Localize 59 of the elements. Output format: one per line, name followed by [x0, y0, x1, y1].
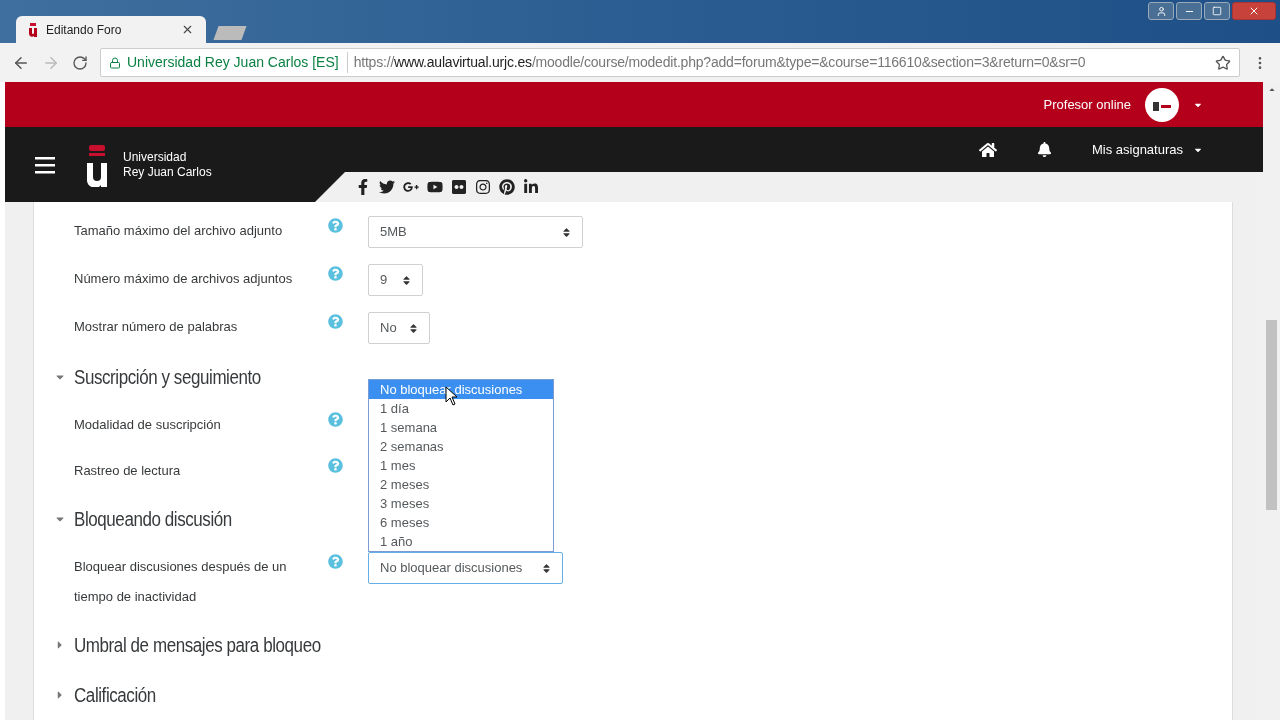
courses-menu[interactable]: Mis asignaturas — [1091, 139, 1203, 160]
user-avatar[interactable] — [1145, 87, 1179, 122]
select-field[interactable]: No — [368, 312, 430, 344]
close-icon — [1248, 5, 1260, 17]
field-label: Rastreo de lectura — [74, 462, 182, 480]
section-heading[interactable]: Bloqueando discusión — [74, 504, 232, 534]
site-favicon — [28, 22, 38, 37]
select-field[interactable]: 9 — [368, 264, 423, 296]
dropdown-option[interactable]: 3 meses — [369, 494, 553, 513]
pinterest-icon[interactable] — [499, 179, 515, 195]
university-name: Rey Juan Carlos — [123, 164, 212, 180]
field-label: Mostrar número de palabras — [74, 318, 239, 336]
select-field[interactable]: No bloquear discusiones — [368, 552, 563, 584]
site-identity: Universidad Rey Juan Carlos [ES] — [127, 52, 348, 74]
user-button[interactable] — [1148, 2, 1174, 20]
twitter-icon[interactable] — [379, 179, 395, 195]
address-bar[interactable]: Universidad Rey Juan Carlos [ES] https://www.aulavirtual.urjc.es/moodle/course/modedit.php?add=forum&type=&course=116610&section=3&return=0&sr=0 — [100, 48, 1240, 78]
flickr-icon[interactable] — [451, 179, 467, 195]
sort-icon — [408, 322, 418, 334]
bell-icon[interactable] — [1036, 142, 1052, 157]
sort-icon — [542, 562, 551, 574]
google-plus-icon[interactable] — [403, 179, 419, 195]
maximize-button[interactable] — [1204, 2, 1230, 20]
section-heading[interactable]: Suscripción y seguimiento — [74, 362, 261, 392]
url-text: https://www.aulavirtual.urjc.es/moodle/course/modedit.php?add=forum&type=&course=116610&section=3&return=0&sr=0 — [353, 53, 1087, 73]
sort-icon — [562, 226, 571, 238]
field-label: Número máximo de archivos adjuntos — [74, 270, 294, 288]
university-name: Universidad — [123, 149, 188, 165]
dropdown-option[interactable]: 2 semanas — [369, 437, 553, 456]
tab-title: Editando Foro — [46, 21, 123, 39]
maximize-icon — [1212, 6, 1222, 16]
section-heading[interactable]: Umbral de mensajes para bloqueo — [74, 630, 321, 660]
user-icon — [1155, 5, 1167, 17]
dropdown-option[interactable]: 1 mes — [369, 456, 553, 475]
new-tab-button[interactable] — [213, 26, 247, 41]
youtube-icon[interactable] — [427, 179, 443, 195]
menu-icon[interactable] — [35, 155, 55, 174]
home-icon[interactable] — [978, 140, 997, 159]
dropdown-option[interactable]: 1 día — [369, 399, 553, 418]
dropdown-option[interactable]: 2 meses — [369, 475, 553, 494]
dropdown-option[interactable]: 6 meses — [369, 513, 553, 532]
scrollbar-thumb[interactable] — [1266, 320, 1277, 510]
select-field[interactable]: 5MB — [368, 216, 583, 248]
dropdown-option[interactable]: 1 semana — [369, 418, 553, 437]
field-label: Bloquear discusiones después de un tiempo de inactividad — [74, 558, 288, 606]
instagram-icon[interactable] — [475, 179, 491, 195]
scroll-up-icon[interactable] — [1267, 86, 1276, 94]
linkedin-icon[interactable] — [523, 179, 539, 195]
section-heading[interactable]: Calificación — [74, 680, 156, 710]
sort-icon — [402, 274, 411, 286]
lock-icon — [109, 56, 121, 69]
browser-tab[interactable]: Editando Foro — [16, 16, 206, 44]
user-name[interactable]: Profesor online — [1043, 94, 1131, 115]
field-label: Modalidad de suscripción — [74, 416, 222, 434]
bookmark-icon[interactable] — [1215, 54, 1231, 71]
field-label: Tamaño máximo del archivo adjunto — [74, 222, 284, 240]
dropdown-option[interactable]: 1 año — [369, 532, 553, 551]
university-logo[interactable] — [85, 142, 109, 187]
reload-icon[interactable] — [72, 54, 88, 71]
